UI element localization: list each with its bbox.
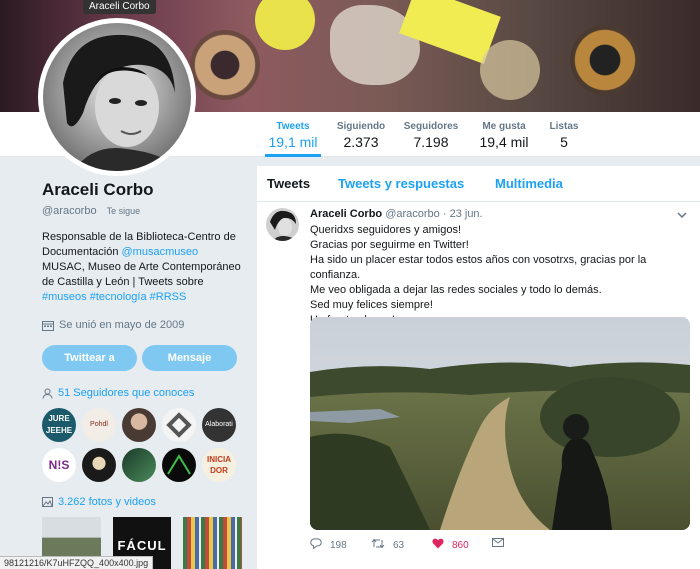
followers-you-know-text: 51 Seguidores que conoces (58, 387, 195, 399)
bio-text: MUSAC, Museo de Arte Contemporáneo de Ca… (42, 261, 241, 288)
timeline: Tweets Tweets y respuestas Multimedia Ar… (257, 166, 700, 569)
reply-count: 198 (330, 539, 347, 551)
follower-avatar[interactable]: N!S (42, 448, 76, 482)
follower-avatar[interactable]: Pohdl (82, 408, 116, 442)
stat-label: Siguiendo (336, 121, 386, 132)
tab-tweets-replies[interactable]: Tweets y respuestas (338, 176, 464, 191)
joined-text: Se unió en mayo de 2009 (59, 319, 185, 331)
stat-lists[interactable]: Listas 5 (548, 112, 580, 157)
stat-label: Listas (549, 121, 579, 132)
follower-avatar[interactable] (162, 408, 196, 442)
tweet-date[interactable]: · 23 jun. (443, 208, 483, 220)
tweet-photo[interactable] (310, 317, 690, 530)
profile-name: Araceli Corbo (42, 180, 154, 199)
timeline-tabs: Tweets Tweets y respuestas Multimedia (257, 166, 700, 202)
profile-sidebar: Araceli Corbo @aracorbo Te sigue Respons… (42, 180, 243, 569)
tweet-actions: 198 63 860 (310, 538, 690, 558)
like-count: 860 (452, 539, 469, 551)
stat-label: Tweets (276, 121, 310, 132)
profile-handle[interactable]: @aracorbo (42, 205, 97, 217)
retweet-icon (371, 538, 385, 552)
bio-hashtag-link[interactable]: #tecnología (90, 291, 147, 303)
stat-likes[interactable]: Me gusta 19,4 mil (476, 112, 532, 157)
followers-you-know-link[interactable]: 51 Seguidores que conoces (42, 387, 242, 399)
tweet-line: Ha sido un placer estar todos estos años… (310, 254, 647, 281)
user-icon (42, 388, 53, 399)
stat-value: 5 (560, 134, 568, 150)
followers-grid: JURE JEEHE Pohdl Alaborati N!S INICIA DO… (42, 408, 242, 482)
tweet-line: Me veo obligada a dejar las redes social… (310, 284, 602, 296)
envelope-icon (492, 538, 504, 550)
stat-tweets[interactable]: Tweets 19,1 mil (265, 112, 321, 157)
follower-avatar[interactable] (122, 408, 156, 442)
photos-videos-text: 3.262 fotos y videos (58, 496, 156, 508)
stat-label: Me gusta (482, 121, 526, 132)
calendar-icon (42, 320, 54, 331)
follower-avatar[interactable] (82, 448, 116, 482)
tab-tweets[interactable]: Tweets (267, 176, 310, 191)
bio-mention-link[interactable]: @musacmuseo (122, 246, 199, 258)
profile-bio: Responsable de la Biblioteca-Centro de D… (42, 230, 242, 305)
browser-status-bar: 98121216/K7uHFZQQ_400x400.jpg (0, 556, 154, 569)
stat-label: Seguidores (403, 121, 459, 132)
like-button[interactable]: 860 (432, 538, 469, 552)
bio-hashtag-link[interactable]: #museos (42, 291, 87, 303)
reply-button[interactable]: 198 (310, 538, 347, 552)
retweet-count: 63 (393, 539, 405, 551)
heart-icon (432, 538, 444, 552)
tooltip: Araceli Corbo (83, 0, 156, 14)
tweet-author-handle[interactable]: @aracorbo (385, 208, 440, 220)
photo-thumb[interactable] (183, 517, 243, 569)
follower-avatar[interactable]: Alaborati (202, 408, 236, 442)
stat-value: 19,1 mil (268, 134, 318, 150)
tab-media[interactable]: Multimedia (495, 176, 563, 191)
follower-avatar[interactable] (162, 448, 196, 482)
profile-avatar[interactable] (38, 18, 196, 176)
follows-you-badge: Te sigue (103, 205, 144, 217)
follower-avatar[interactable]: JURE JEEHE (42, 408, 76, 442)
photos-videos-link[interactable]: 3.262 fotos y videos (42, 496, 242, 508)
follower-avatar[interactable] (122, 448, 156, 482)
direct-message-button[interactable] (492, 538, 504, 550)
message-button[interactable]: Mensaje (142, 345, 237, 371)
tweet-line: Sed muy felices siempre! (310, 299, 433, 311)
tweet-author-name[interactable]: Araceli Corbo (310, 208, 382, 220)
tweet-to-button[interactable]: Twittear a (42, 345, 137, 371)
stat-following[interactable]: Siguiendo 2.373 (336, 112, 386, 157)
tweet-header: Araceli Corbo @aracorbo · 23 jun. (310, 208, 483, 220)
follower-avatar[interactable]: INICIA DOR (202, 448, 236, 482)
tweet-avatar[interactable] (266, 208, 299, 241)
tweet-line: Queridxs seguidores y amigos! (310, 224, 462, 236)
image-icon (42, 497, 53, 507)
bio-hashtag-link[interactable]: #RRSS (150, 291, 187, 303)
chevron-down-icon[interactable] (677, 207, 687, 221)
stat-value: 2.373 (343, 134, 379, 150)
profile-actions: Twittear a Mensaje (42, 345, 237, 371)
stat-value: 19,4 mil (479, 134, 529, 150)
stat-followers[interactable]: Seguidores 7.198 (402, 112, 460, 157)
tweet-line: Gracias por seguirme en Twitter! (310, 239, 469, 251)
joined-date: Se unió en mayo de 2009 (42, 319, 242, 331)
profile-handle-row: @aracorbo Te sigue (42, 205, 242, 217)
reply-icon (310, 538, 322, 552)
stat-value: 7.198 (413, 134, 449, 150)
tweet-text: Queridxs seguidores y amigos! Gracias po… (310, 223, 690, 328)
retweet-button[interactable]: 63 (371, 538, 404, 552)
